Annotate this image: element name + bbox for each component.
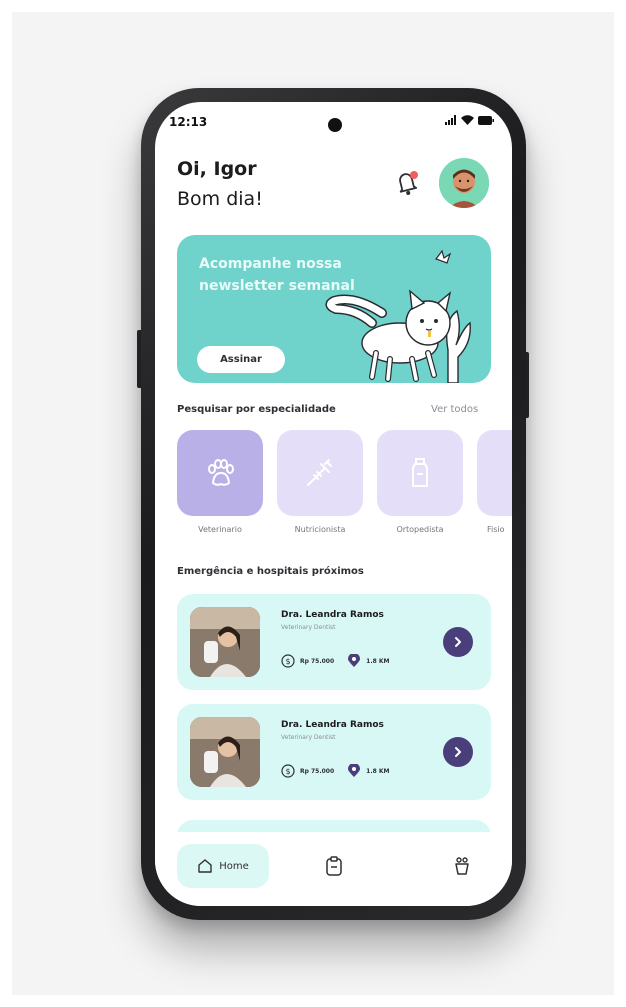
location-pin-icon [348, 654, 361, 667]
pet-bowl-icon[interactable] [453, 856, 471, 876]
bottom-nav: Home [155, 832, 512, 906]
battery-icon [478, 116, 494, 125]
specialty-list: Veterinario Nutricionista Ortopedista Fi… [177, 430, 512, 542]
clipboard-icon[interactable] [325, 856, 343, 876]
specialty-tile [177, 430, 263, 516]
front-camera [328, 118, 342, 132]
specialty-label: Ortopedista [396, 525, 444, 534]
vet-card[interactable]: Dra. Leandra Ramos Veterinary Dentist $ … [177, 594, 491, 690]
specialties-title: Pesquisar por especialidade [177, 404, 336, 415]
vet-role: Veterinary Dentist [281, 624, 336, 631]
status-bar: 12:13 [155, 102, 512, 136]
status-icons [445, 115, 494, 125]
wifi-icon [461, 115, 474, 125]
location-pin-icon [348, 764, 361, 777]
newsletter-banner[interactable]: Acompanhe nossa newsletter semanal Assin… [177, 235, 491, 383]
specialty-label: Fisio [487, 525, 505, 534]
vet-distance: 1.8 KM [366, 657, 390, 665]
nav-home-label: Home [219, 860, 249, 872]
svg-text:$: $ [285, 657, 290, 666]
nearby-title: Emergência e hospitais próximos [177, 566, 364, 577]
subscribe-button[interactable]: Assinar [197, 346, 285, 373]
greeting-name: Oi, Igor [177, 158, 257, 180]
signal-icon [445, 115, 456, 125]
specialty-nutricionista[interactable]: Nutricionista [277, 430, 363, 542]
vet-photo [190, 607, 260, 677]
vet-name: Dra. Leandra Ramos [281, 720, 384, 730]
vet-price: Rp 75.000 [300, 767, 335, 775]
bottle-icon [412, 458, 428, 487]
see-all-link[interactable]: Ver todos [431, 404, 478, 415]
vet-meta: $ Rp 75.000 1.8 KM [281, 654, 390, 668]
nav-home[interactable]: Home [177, 844, 269, 888]
home-icon [198, 859, 212, 873]
specialty-tile [277, 430, 363, 516]
svg-text:$: $ [285, 767, 290, 776]
syringe-icon [307, 459, 332, 486]
dollar-icon: $ [281, 654, 295, 668]
specialty-label: Veterinario [198, 525, 242, 534]
vet-card[interactable]: Dra. Leandra Ramos Veterinary Dentist $ … [177, 704, 491, 800]
avatar-portrait [439, 158, 489, 208]
cat-illustration [325, 249, 471, 383]
status-time: 12:13 [169, 115, 208, 129]
vet-meta: $ Rp 75.000 1.8 KM [281, 764, 390, 778]
paw-icon [208, 459, 234, 486]
notification-bell-icon[interactable] [394, 168, 420, 196]
specialty-veterinario[interactable]: Veterinario [177, 430, 263, 542]
vet-name: Dra. Leandra Ramos [281, 610, 384, 620]
specialty-ortopedista[interactable]: Ortopedista [377, 430, 463, 542]
specialty-fisio[interactable]: Fisio [477, 430, 512, 542]
vet-distance: 1.8 KM [366, 767, 390, 775]
chevron-right-icon [455, 637, 461, 647]
open-vet-button[interactable] [443, 737, 473, 767]
vet-role: Veterinary Dentist [281, 734, 336, 741]
open-vet-button[interactable] [443, 627, 473, 657]
specialty-tile [377, 430, 463, 516]
dollar-icon: $ [281, 764, 295, 778]
vet-photo [190, 717, 260, 787]
greeting-subtitle: Bom dia! [177, 188, 263, 210]
vet-price: Rp 75.000 [300, 657, 335, 665]
app-screen: 12:13 Oi, Igor Bom dia! Acompanhe nossa … [155, 102, 512, 906]
vet-portrait [190, 607, 260, 677]
specialty-label: Nutricionista [294, 525, 346, 534]
user-avatar[interactable] [439, 158, 489, 208]
chevron-right-icon [455, 747, 461, 757]
vet-portrait [190, 717, 260, 787]
specialty-tile [477, 430, 512, 516]
